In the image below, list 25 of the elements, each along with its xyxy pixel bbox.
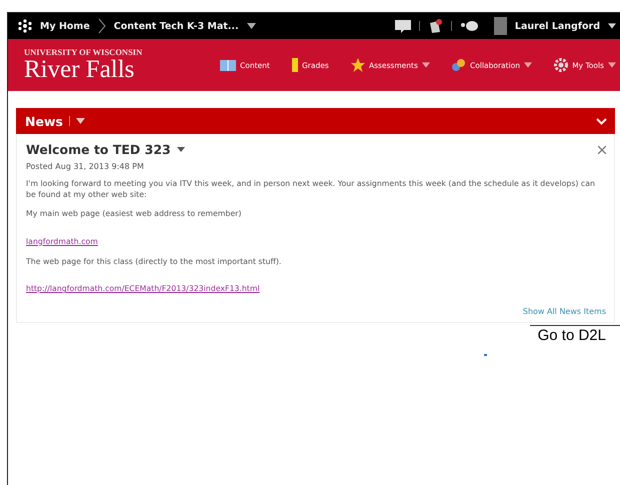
show-all-link[interactable]: Show All News Items: [522, 307, 606, 316]
snowflake-icon: [18, 19, 32, 33]
close-icon[interactable]: [598, 146, 606, 154]
chevron-right-icon: [98, 18, 106, 34]
course-selector[interactable]: Content Tech K-3 Mat...: [114, 20, 239, 32]
callout-label: Go to D2L: [530, 325, 620, 344]
star-icon[interactable]: [350, 58, 365, 72]
collapse-icon[interactable]: [596, 118, 607, 124]
people-icon[interactable]: [452, 58, 466, 72]
widget-title: News: [25, 114, 63, 128]
posted-date: Posted Aug 31, 2013 9:48 PM: [26, 162, 145, 171]
dropdown-icon[interactable]: [246, 23, 256, 29]
dropdown-icon[interactable]: [176, 147, 185, 152]
news-item-title: Welcome to TED 323: [26, 142, 171, 157]
dropdown-icon[interactable]: [608, 23, 616, 29]
home-link[interactable]: My Home: [40, 20, 90, 32]
university-name: UNIVERSITY OF WISCONSIN: [24, 46, 144, 57]
gear-icon[interactable]: [554, 58, 568, 72]
user-menu[interactable]: Laurel Langford: [514, 20, 600, 32]
chat-icon[interactable]: [460, 20, 478, 32]
notification-icon[interactable]: [428, 18, 443, 34]
message-icon[interactable]: [394, 20, 411, 32]
campus-name: River Falls: [24, 56, 136, 84]
book-icon[interactable]: [220, 60, 236, 70]
avatar-placeholder: [494, 17, 507, 35]
